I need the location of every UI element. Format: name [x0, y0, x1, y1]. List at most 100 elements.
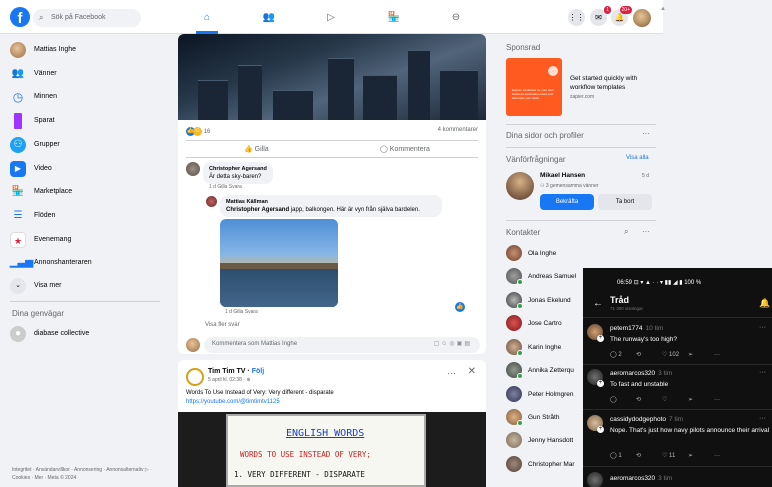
sidebar-item-profile[interactable]: Mattias Inghe: [10, 40, 160, 60]
sidebar-item-memories[interactable]: ◷ Minnen: [10, 87, 160, 107]
more-options-icon[interactable]: ···: [759, 415, 766, 422]
confirm-button[interactable]: Bekräfta: [540, 194, 594, 210]
search-input[interactable]: ⌕ Sök på Facebook: [33, 9, 141, 27]
follow-plus-icon[interactable]: +: [597, 380, 604, 387]
view-more-replies[interactable]: Visa fler svar: [205, 322, 240, 328]
facebook-logo[interactable]: f: [10, 7, 30, 27]
share-icon[interactable]: ➢: [688, 396, 714, 403]
footer-links[interactable]: Integritet · Användarvillkor · Annonseri…: [12, 466, 162, 482]
close-icon[interactable]: ✕: [468, 366, 476, 377]
repost-icon[interactable]: ⟲: [636, 396, 662, 403]
page-avatar[interactable]: [186, 368, 204, 386]
repost-icon[interactable]: ⟲: [636, 351, 662, 358]
marketplace-tab-icon[interactable]: 🏪: [384, 8, 404, 28]
menu-grid-icon[interactable]: ⋮⋮: [568, 9, 585, 26]
post-image-city[interactable]: [178, 34, 486, 120]
share-icon[interactable]: ➢: [688, 452, 714, 459]
whiteboard-title: ENGLISH WORDS: [286, 428, 365, 439]
remove-button[interactable]: Ta bort: [598, 194, 652, 210]
contact-name: Jose Cartro: [528, 320, 562, 327]
reaction-summary[interactable]: 👍☺ 16: [186, 127, 210, 136]
post-link[interactable]: https://youtube.com/@timtimtv1125: [186, 399, 280, 405]
sidebar-see-more[interactable]: ⌄ Visa mer: [10, 276, 160, 296]
shortcut-item[interactable]: ● diabase collective: [10, 324, 160, 344]
avatar[interactable]: [186, 162, 200, 176]
avatar[interactable]: [206, 196, 217, 207]
heart-icon[interactable]: ♡ 11: [662, 452, 688, 459]
follow-plus-icon[interactable]: +: [597, 335, 604, 342]
more-options-icon[interactable]: ···: [447, 368, 456, 378]
contact-item[interactable]: Ola Inghe: [506, 245, 666, 263]
reply-icon[interactable]: ◯ 1: [610, 452, 636, 459]
sidebar-item-friends[interactable]: 👥 Vänner: [10, 64, 160, 84]
thread-username[interactable]: aeromarcos320: [610, 475, 655, 482]
comment-count[interactable]: 4 kommentarer: [438, 127, 478, 133]
reply-mention[interactable]: Christopher Agersand: [226, 207, 289, 213]
reply-actions[interactable]: 1 d Gilla Svara: [225, 309, 258, 315]
thread-actions: ◯ 2 ⟲ ♡ 102 ➢ ···: [610, 351, 740, 358]
ad-title[interactable]: Get started quickly with workflow templa…: [570, 74, 660, 92]
more-icon[interactable]: ···: [714, 352, 740, 358]
follow-link[interactable]: Följ: [252, 368, 264, 375]
see-all-link[interactable]: Visa alla: [626, 155, 649, 161]
post-text: Words To Use Instead of Very: Very diffe…: [186, 390, 334, 396]
messenger-icon[interactable]: ✉ 1: [590, 6, 611, 26]
post-author[interactable]: Tim Tim TV: [208, 368, 245, 375]
friends-tab-icon[interactable]: 👥: [259, 8, 279, 28]
thread-username[interactable]: aeromarcos320: [610, 370, 655, 377]
more-icon[interactable]: ···: [714, 397, 740, 403]
comment-author[interactable]: Christopher Agersand: [209, 166, 267, 172]
scroll-up-arrow[interactable]: ▲: [660, 6, 666, 12]
sidebar-item-ads-manager[interactable]: ▁▃▅ Annonshanteraren: [10, 253, 160, 273]
avatar[interactable]: [587, 472, 603, 487]
sidebar-item-marketplace[interactable]: 🏪 Marketplace: [10, 182, 160, 202]
like-button[interactable]: 👍 Gilla: [244, 145, 269, 153]
reply-icon[interactable]: ◯: [610, 396, 636, 403]
sidebar-item-groups[interactable]: ⚇ Grupper: [10, 135, 160, 155]
more-options-icon[interactable]: ···: [642, 227, 650, 236]
more-options-icon[interactable]: ···: [759, 369, 766, 376]
home-tab-icon[interactable]: ⌂: [197, 8, 217, 28]
bell-icon[interactable]: 🔔: [759, 298, 770, 309]
reply-icon[interactable]: ◯ 2: [610, 351, 636, 358]
heart-icon[interactable]: ♡ 102: [662, 351, 688, 358]
back-arrow-icon[interactable]: ←: [593, 298, 603, 309]
more-options-icon[interactable]: ···: [759, 324, 766, 331]
thread-username[interactable]: petem1774: [610, 325, 643, 332]
heart-icon[interactable]: ♡: [662, 396, 688, 403]
notifications-icon[interactable]: 🔔 20+: [611, 6, 632, 26]
thread-user-line: petem1774 10 tim: [610, 325, 663, 332]
post-date[interactable]: 5 april kl. 02:38 · ⊕: [208, 377, 251, 383]
avatar: [506, 386, 522, 402]
sidebar-item-label: Grupper: [34, 141, 60, 148]
sidebar-item-saved[interactable]: Sparat: [10, 111, 160, 131]
comment-label: Kommentera: [389, 146, 430, 153]
repost-icon[interactable]: ⟲: [636, 452, 662, 459]
comment-input-icons[interactable]: ▢☺◎▣▤: [434, 340, 472, 347]
request-avatar[interactable]: [506, 172, 534, 200]
ad-domain[interactable]: zapier.com: [570, 94, 594, 100]
more-options-icon[interactable]: ···: [642, 129, 650, 138]
comment-input[interactable]: Kommentera som Mattias Inghe ▢☺◎▣▤: [204, 337, 480, 353]
sidebar-item-events[interactable]: ★ Evenemang: [10, 230, 160, 250]
gaming-tab-icon[interactable]: ⊖: [446, 8, 466, 28]
post-image-whiteboard[interactable]: ENGLISH WORDS WORDS TO USE INSTEAD OF VE…: [178, 412, 486, 487]
video-tab-icon[interactable]: ▷: [321, 8, 341, 28]
thumbs-up-icon: 👍: [244, 146, 253, 153]
follow-plus-icon[interactable]: +: [597, 426, 604, 433]
comment-button[interactable]: ◯ Kommentera: [380, 145, 430, 153]
share-icon[interactable]: ➢: [688, 351, 714, 358]
sidebar-item-feeds[interactable]: ☰ Flöden: [10, 206, 160, 226]
thread-username[interactable]: cassidydodgephoto: [610, 416, 666, 423]
ad-image[interactable]: Explore workflows for your own business …: [506, 58, 562, 116]
search-icon[interactable]: ⌕: [624, 227, 628, 237]
comment-actions[interactable]: 1 d Gilla Svara: [209, 184, 242, 190]
request-name[interactable]: Mikael Hansen: [540, 172, 585, 179]
more-icon[interactable]: ···: [714, 453, 740, 459]
reply-image-lake[interactable]: [220, 219, 338, 307]
saved-icon: [14, 113, 22, 129]
sidebar-item-video[interactable]: ▶ Video: [10, 159, 160, 179]
reply-author[interactable]: Mattias Källman: [226, 199, 268, 205]
thread-user-line: cassidydodgephoto 7 tim: [610, 416, 683, 423]
profile-avatar[interactable]: [633, 9, 651, 27]
